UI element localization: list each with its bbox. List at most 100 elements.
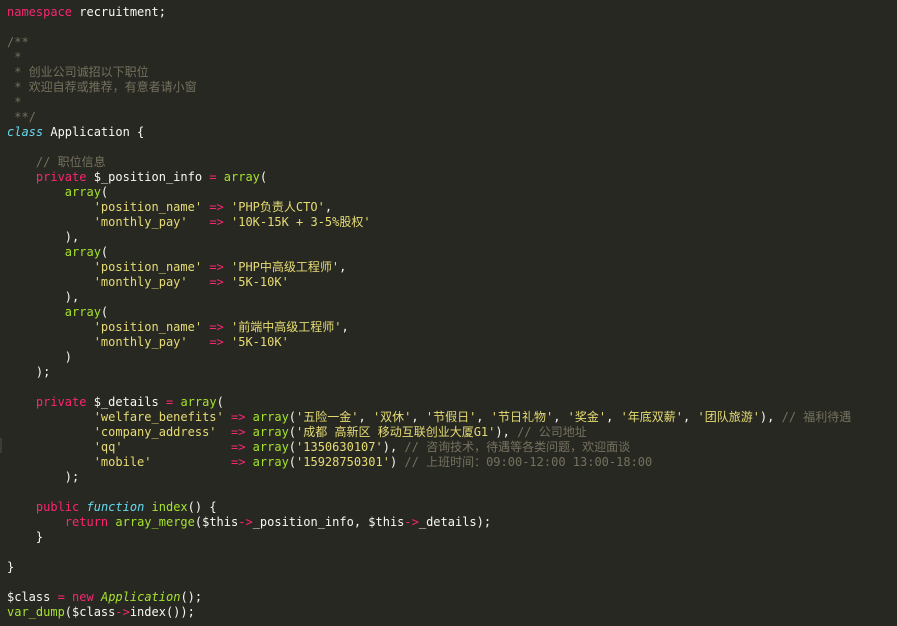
code-token: , [341,320,349,334]
code-line: ) [7,350,851,365]
code-line: array( [7,185,851,200]
code-token: 'monthly_pay' [93,275,188,289]
code-token: * 欢迎自荐或推荐，有意者请小窗 [7,80,197,94]
code-token: () { [187,500,217,514]
code-token: function [86,500,145,514]
code-line: // 职位信息 [7,155,851,170]
code-token: * 创业公司诚招以下职位 [7,65,149,79]
code-token: => [209,215,224,229]
code-line: return array_merge($this->_position_info… [7,515,851,530]
code-line: private $_position_info = array( [7,170,851,185]
code-token: var_dump [7,605,65,619]
code-token: array_merge [115,515,195,529]
code-token: // 职位信息 [35,155,106,169]
code-token: ( [288,440,297,454]
code-token: ( [100,185,109,199]
code-token: class [7,125,44,139]
code-token: 'company_address' [93,425,217,439]
code-token: , [324,200,333,214]
code-token: recruitment; [72,5,166,19]
code-line: } [7,560,851,575]
code-token: ( [288,410,297,424]
code-line: 'monthly_pay' => '5K-10K' [7,335,851,350]
code-token: , [411,410,426,424]
code-line: 'monthly_pay' => '10K-15K + 3-5%股权' [7,215,851,230]
code-token: '节假日' [425,410,477,424]
code-token: => [209,275,224,289]
code-token: , [339,260,347,274]
code-token: 'welfare_benefits' [93,410,224,424]
code-token: ), [495,425,518,439]
code-line: 'mobile' => array('15928750301') // 上班时间… [7,455,851,470]
code-token: 'PHP中高级工程师' [231,260,340,274]
code-line: $class = new Application(); [7,590,851,605]
code-line: public function index() { [7,500,851,515]
code-token: Application [100,590,181,604]
code-token: ), [7,290,80,304]
code-token: ) [7,350,73,364]
code-token: => [230,455,246,469]
code-token: => [209,200,224,214]
code-token: $_details [86,395,166,409]
code-token: ), [7,230,80,244]
code-token: array [252,425,289,439]
code-token: Application { [43,125,145,139]
code-line: * 创业公司诚招以下职位 [7,65,851,80]
code-line: * [7,95,851,110]
code-token: array [64,245,101,259]
code-token: 'position_name' [93,200,203,214]
code-token: => [230,440,246,454]
code-token: '成都 高新区 移动互联创业大厦G1' [296,425,496,439]
code-token: ), [382,440,405,454]
code-token: 'qq' [93,440,123,454]
code-line: } [7,530,851,545]
code-token: 'monthly_pay' [93,335,188,349]
code-line: 'position_name' => '前端中高级工程师', [7,320,851,335]
code-token: '1350630107' [296,440,383,454]
code-token: // 上班时间：09:00-12:00 13:00-18:00 [404,455,653,469]
code-token: = [57,590,65,604]
code-editor[interactable]: namespace recruitment; /** * * 创业公司诚招以下职位… [0,0,897,626]
code-line: array( [7,245,851,260]
code-token: /** [7,35,29,49]
code-token: ( [259,170,268,184]
code-token: '5K-10K' [231,335,289,349]
code-area[interactable]: namespace recruitment; /** * * 创业公司诚招以下职位… [7,5,851,620]
code-line: 'company_address' => array('成都 高新区 移动互联创… [7,425,851,440]
code-line: ), [7,290,851,305]
code-token: => [230,425,246,439]
code-token: return [64,515,109,529]
code-line: 'welfare_benefits' => array('五险一金', '双休'… [7,410,852,425]
code-line: ), [7,230,851,245]
code-token: array [223,170,260,184]
code-line: 'monthly_pay' => '5K-10K' [7,275,851,290]
code-token: new [72,590,94,604]
code-token: = [209,170,217,184]
code-token: $class [7,590,58,604]
